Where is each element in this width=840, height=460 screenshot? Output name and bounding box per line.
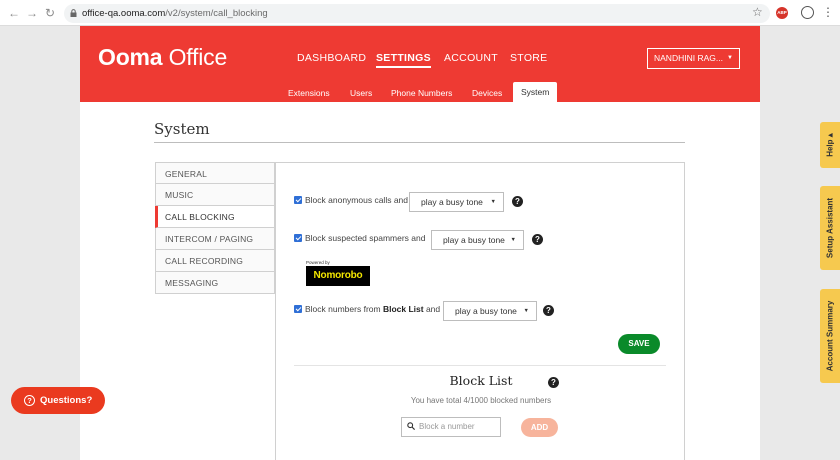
save-button[interactable]: SAVE — [618, 334, 660, 354]
add-button[interactable]: ADD — [521, 418, 558, 437]
user-menu-dropdown[interactable]: NANDHINI RAG... ▼ — [647, 48, 740, 69]
bookmark-star-icon[interactable]: ☆ — [752, 5, 763, 19]
spammers-label: Block suspected spammers and — [305, 233, 426, 243]
help-tab[interactable]: Help ▴ — [820, 122, 840, 168]
blocked-count-text: You have total 4/1000 blocked numbers — [410, 396, 552, 405]
logo-brand: Ooma — [98, 44, 163, 70]
blocklist-label-post: and — [423, 304, 441, 314]
block-number-input[interactable]: Block a number — [401, 417, 501, 437]
back-icon[interactable]: ← — [6, 5, 22, 21]
chevron-down-icon: ▼ — [510, 237, 516, 243]
logo-product: Office — [168, 44, 228, 70]
nomorobo-logo: Nomorobo — [306, 266, 370, 286]
question-icon: ? — [24, 395, 35, 406]
block-number-placeholder: Block a number — [419, 422, 475, 431]
account-summary-tab[interactable]: Account Summary — [820, 289, 840, 383]
browser-menu-icon[interactable]: ⋮ — [822, 5, 834, 19]
lock-icon — [70, 9, 77, 17]
help-icon[interactable]: ? — [532, 234, 543, 245]
url-path: /v2/system/call_blocking — [165, 8, 268, 19]
anonymous-label: Block anonymous calls and — [305, 195, 409, 205]
reload-icon[interactable]: ↻ — [42, 5, 58, 21]
help-icon[interactable]: ? — [543, 305, 554, 316]
call-blocking-panel: Block anonymous calls and play a busy to… — [275, 162, 685, 460]
help-icon[interactable]: ? — [512, 196, 523, 207]
nav-account[interactable]: ACCOUNT — [444, 52, 498, 64]
help-icon[interactable]: ? — [548, 377, 559, 388]
search-icon — [407, 422, 415, 430]
ooma-office-logo[interactable]: Ooma Office — [98, 44, 227, 71]
adblock-extension-icon[interactable]: ABP — [776, 7, 788, 19]
app-page: Ooma Office DASHBOARD SETTINGS ACCOUNT S… — [80, 26, 760, 460]
section-divider — [294, 365, 666, 366]
anonymous-action-select[interactable]: play a busy tone ▼ — [409, 192, 504, 212]
subnav-extensions[interactable]: Extensions — [288, 88, 330, 98]
blocklist-action-value: play a busy tone — [455, 306, 517, 316]
nav-dashboard[interactable]: DASHBOARD — [297, 52, 366, 64]
address-bar[interactable]: office-qa.ooma.com/v2/system/call_blocki… — [64, 4, 770, 23]
title-divider — [154, 142, 685, 143]
block-list-title: Block List — [449, 373, 513, 388]
sidemenu-call-blocking[interactable]: CALL BLOCKING — [155, 206, 275, 228]
subnav-system[interactable]: System — [513, 82, 558, 102]
nav-store[interactable]: STORE — [510, 52, 547, 64]
profile-icon[interactable] — [801, 6, 814, 19]
browser-toolbar: ← → ↻ office-qa.ooma.com/v2/system/call_… — [0, 0, 840, 26]
powered-by-text: Powered by — [306, 260, 330, 265]
spammers-row: Block suspected spammers and — [294, 233, 425, 243]
chevron-down-icon: ▼ — [727, 55, 733, 61]
help-tab-label: Help ▴ — [825, 133, 835, 157]
blocklist-label-pre: Block numbers from — [305, 304, 383, 314]
chevron-down-icon: ▼ — [523, 308, 529, 314]
sidemenu-messaging[interactable]: MESSAGING — [155, 272, 275, 294]
blocklist-row: Block numbers from Block List and — [294, 304, 440, 314]
setup-assistant-tab[interactable]: Setup Assistant — [820, 186, 840, 270]
questions-label: Questions? — [40, 395, 93, 406]
chevron-down-icon: ▼ — [490, 199, 496, 205]
anonymous-action-value: play a busy tone — [421, 197, 483, 207]
spammers-action-value: play a busy tone — [443, 235, 505, 245]
user-name: NANDHINI RAG... — [654, 53, 723, 63]
questions-chat-button[interactable]: ? Questions? — [11, 387, 105, 414]
spammers-action-select[interactable]: play a busy tone ▼ — [431, 230, 524, 250]
forward-icon[interactable]: → — [24, 5, 40, 21]
subnav-phone-numbers[interactable]: Phone Numbers — [391, 88, 452, 98]
blocklist-action-select[interactable]: play a busy tone ▼ — [443, 301, 537, 321]
sidemenu-music[interactable]: MUSIC — [155, 184, 275, 206]
sidemenu-general[interactable]: GENERAL — [155, 162, 275, 184]
account-summary-label: Account Summary — [825, 300, 835, 372]
sidemenu-intercom-paging[interactable]: INTERCOM / PAGING — [155, 228, 275, 250]
url-host: office-qa.ooma.com — [82, 8, 166, 19]
setup-assistant-label: Setup Assistant — [825, 197, 835, 259]
nav-settings[interactable]: SETTINGS — [376, 52, 431, 68]
sidemenu-call-recording[interactable]: CALL RECORDING — [155, 250, 275, 272]
subnav-users[interactable]: Users — [350, 88, 372, 98]
system-side-menu: GENERAL MUSIC CALL BLOCKING INTERCOM / P… — [155, 162, 275, 294]
anonymous-checkbox[interactable] — [294, 196, 302, 204]
blocklist-checkbox[interactable] — [294, 305, 302, 313]
blocklist-label-bold: Block List — [382, 304, 424, 314]
page-title: System — [154, 120, 210, 138]
header-banner: Ooma Office DASHBOARD SETTINGS ACCOUNT S… — [80, 26, 760, 102]
subnav-devices[interactable]: Devices — [472, 88, 502, 98]
spammers-checkbox[interactable] — [294, 234, 302, 242]
anonymous-row: Block anonymous calls and — [294, 195, 408, 205]
